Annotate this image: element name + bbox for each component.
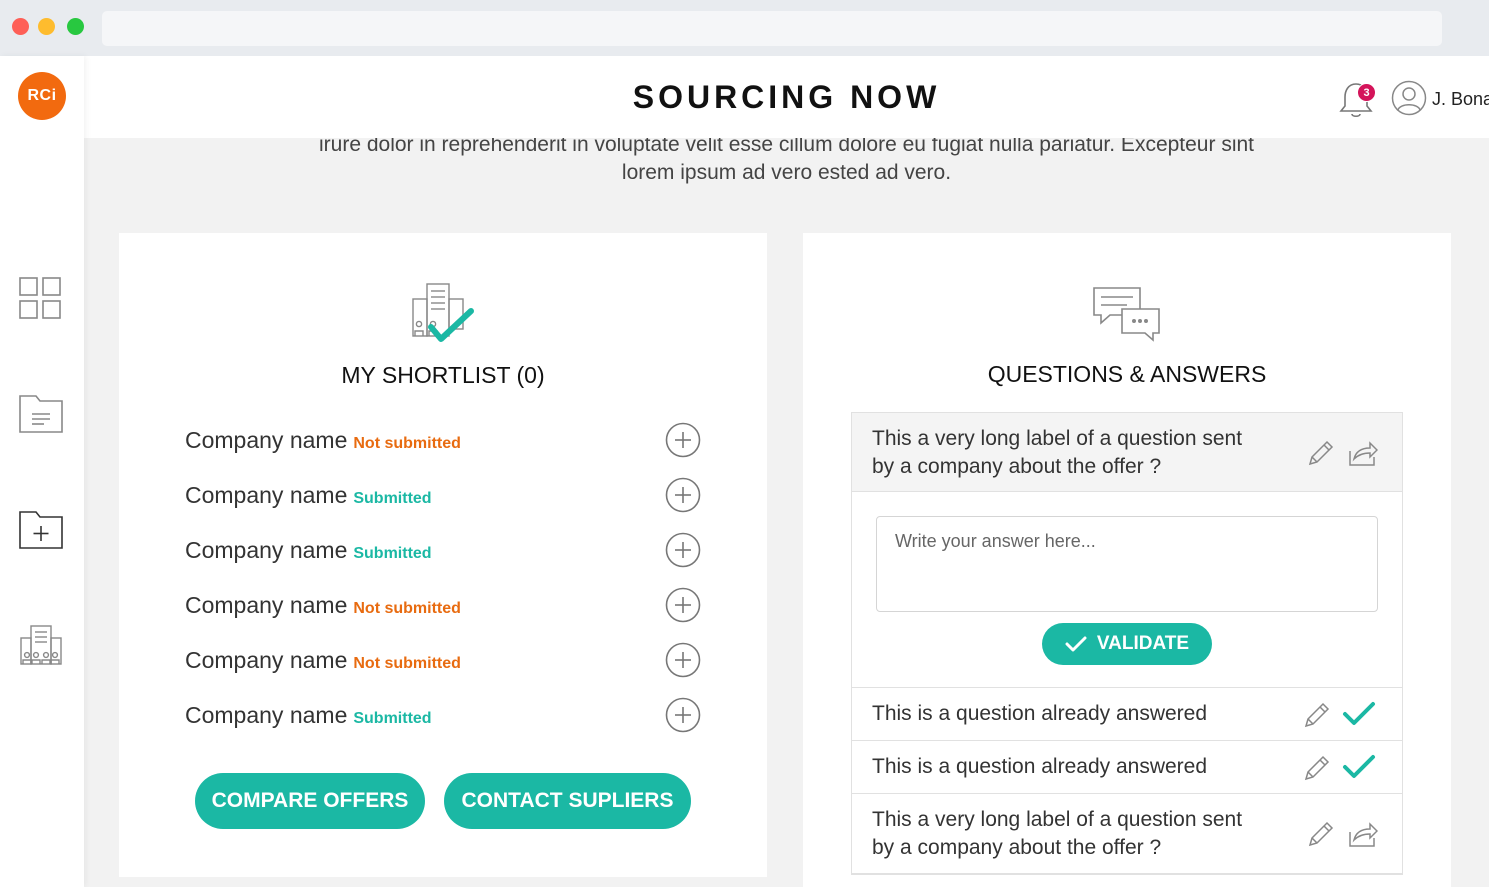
answered-question-row[interactable]: This is a question already answered (852, 741, 1402, 794)
status-not-submitted: Not submitted (353, 600, 461, 617)
page-title: SOURCING NOW (632, 79, 941, 115)
address-bar[interactable] (102, 11, 1442, 46)
active-question[interactable]: This a very long label of a question sen… (852, 413, 1402, 492)
add-circle-icon[interactable] (665, 477, 701, 518)
qa-title: QUESTIONS & ANSWERS (987, 361, 1267, 387)
user-name[interactable]: J. Bona (1432, 89, 1489, 110)
questions-answers-card: QUESTIONS & ANSWERS This a very long lab… (803, 233, 1451, 887)
sidebar: RCi (0, 56, 84, 887)
status-submitted: Submitted (353, 490, 432, 507)
company-name[interactable]: Company name (185, 592, 347, 618)
shortlist-card: MY SHORTLIST (0) Company name Not submitt… (119, 233, 767, 877)
validate-label: VALIDATE (1096, 633, 1190, 654)
shortlist-row: Company name Submitted (185, 476, 705, 516)
company-name[interactable]: Company name (185, 647, 347, 673)
shortlist-row: Company name Not submitted (185, 421, 705, 461)
share-forward-icon[interactable] (1348, 820, 1379, 853)
intro-line: lorem ipsum ad vero ested ad vero. (621, 161, 952, 184)
chat-bubbles-icon (1092, 285, 1162, 348)
unanswered-question-row[interactable]: This a very long label of a question sen… (852, 794, 1402, 874)
window-close-button[interactable] (12, 18, 29, 35)
contact-suppliers-button[interactable]: CONTACT SUPLIERS (444, 773, 691, 829)
question-text: by a company about the offer ? (872, 836, 1162, 859)
qa-list: This a very long label of a question sen… (851, 412, 1403, 875)
company-name[interactable]: Company name (185, 427, 347, 453)
pencil-icon[interactable] (1306, 819, 1336, 854)
pencil-icon[interactable] (1306, 438, 1336, 473)
shortlist-row: Company name Not submitted (185, 586, 705, 626)
add-circle-icon[interactable] (665, 642, 701, 683)
add-circle-icon[interactable] (665, 587, 701, 628)
share-forward-icon[interactable] (1348, 439, 1379, 472)
question-text: This is a question already answered (872, 702, 1208, 725)
new-folder-icon[interactable] (18, 508, 64, 555)
status-submitted: Submitted (353, 710, 432, 727)
company-name[interactable]: Company name (185, 537, 347, 563)
companies-building-icon[interactable] (18, 622, 64, 673)
pencil-icon[interactable] (1302, 700, 1332, 735)
shortlist-row: Company name Submitted (185, 696, 705, 736)
validate-button[interactable]: VALIDATE (1042, 623, 1212, 665)
pencil-icon[interactable] (1302, 753, 1332, 788)
add-circle-icon[interactable] (665, 422, 701, 463)
company-name[interactable]: Company name (185, 702, 347, 728)
question-text: This a very long label of a question sen… (872, 427, 1243, 450)
document-folder-icon[interactable] (18, 392, 64, 439)
compare-offers-button[interactable]: COMPARE OFFERS (195, 773, 425, 829)
status-not-submitted: Not submitted (353, 435, 461, 452)
add-circle-icon[interactable] (665, 532, 701, 573)
window-maximize-button[interactable] (67, 18, 84, 35)
shortlist-title: MY SHORTLIST (0) (341, 362, 545, 388)
answer-input[interactable] (876, 516, 1378, 612)
status-submitted: Submitted (353, 545, 432, 562)
status-not-submitted: Not submitted (353, 655, 461, 672)
question-text: by a company about the offer ? (872, 455, 1162, 478)
question-text: This is a question already answered (872, 755, 1208, 778)
question-text: This a very long label of a question sen… (872, 808, 1243, 831)
dashboard-grid-icon[interactable] (18, 276, 62, 325)
answered-check-icon (1342, 701, 1376, 732)
check-icon (1065, 636, 1087, 652)
window-minimize-button[interactable] (38, 18, 55, 35)
answer-area: VALIDATE (852, 492, 1402, 688)
answered-check-icon (1342, 754, 1376, 785)
shortlist-row: Company name Not submitted (185, 641, 705, 681)
shortlist-building-check-icon (409, 281, 475, 352)
add-circle-icon[interactable] (665, 697, 701, 738)
answered-question-row[interactable]: This is a question already answered (852, 688, 1402, 741)
browser-chrome (0, 0, 1489, 56)
notification-count-badge: 3 (1357, 83, 1376, 102)
intro-text: irure dolor in reprehenderit in voluptat… (84, 131, 1489, 187)
top-bar: SOURCING NOW 3 J. Bona (84, 56, 1489, 138)
shortlist-row: Company name Submitted (185, 531, 705, 571)
user-avatar-icon[interactable] (1391, 80, 1427, 121)
rci-logo[interactable]: RCi (18, 72, 66, 120)
company-name[interactable]: Company name (185, 482, 347, 508)
